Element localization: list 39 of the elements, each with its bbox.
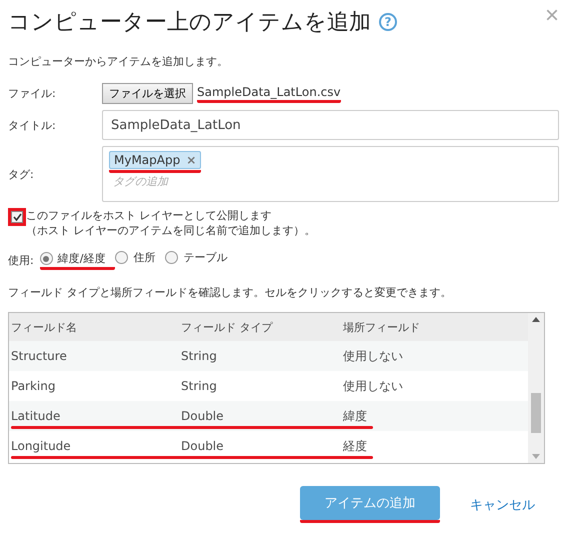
table-cell[interactable]: 使用しない: [343, 348, 528, 364]
table-cell[interactable]: String: [181, 379, 343, 393]
cancel-link[interactable]: キャンセル: [470, 496, 535, 514]
choose-file-button[interactable]: ファイルを選択: [102, 83, 193, 104]
table-cell[interactable]: 緯度: [343, 408, 528, 424]
table-cell[interactable]: Structure: [11, 349, 181, 363]
table-cell[interactable]: Double: [181, 409, 343, 423]
check-icon: [12, 213, 22, 221]
radio-option[interactable]: 緯度/経度: [40, 251, 106, 266]
title-input[interactable]: SampleData_LatLon: [102, 110, 559, 140]
scrollbar[interactable]: [528, 313, 544, 463]
field-label: ファイル:: [8, 86, 57, 101]
table-cell[interactable]: Double: [181, 439, 343, 453]
radio-option[interactable]: 住所: [115, 250, 156, 265]
use-label: 使用:: [8, 253, 34, 268]
column-header: 場所フィールド: [343, 320, 421, 334]
tag-chip[interactable]: MyMapApp ×: [109, 151, 202, 169]
hint-text: フィールド タイプと場所フィールドを確認します。セルをクリックすると変更できます。: [8, 285, 452, 300]
table-cell[interactable]: String: [181, 349, 343, 363]
field-label: タイトル:: [8, 118, 57, 132]
table-cell[interactable]: Latitude: [11, 409, 181, 423]
publish-checkbox[interactable]: [11, 211, 23, 223]
table-cell[interactable]: 経度: [343, 438, 528, 454]
radio-option[interactable]: テーブル: [165, 250, 228, 265]
column-header: フィールド タイプ: [181, 320, 274, 334]
scroll-up-icon[interactable]: [532, 317, 540, 322]
scroll-down-icon[interactable]: [532, 454, 540, 459]
publish-label: このファイルをホスト レイヤーとして公開します: [26, 208, 272, 223]
table-cell[interactable]: Longitude: [11, 439, 181, 453]
table-cell[interactable]: 使用しない: [343, 378, 528, 394]
publish-note: （ホスト レイヤーのアイテムを同じ名前で追加します）。: [26, 223, 316, 238]
scroll-thumb[interactable]: [531, 393, 541, 433]
file-name: SampleData_LatLon.csv: [197, 84, 341, 102]
column-header: フィールド名: [11, 320, 78, 334]
table-cell[interactable]: Parking: [11, 379, 181, 393]
tags-field[interactable]: MyMapApp × タグの追加: [102, 146, 559, 202]
dialog-description: コンピューターからアイテムを追加します。: [8, 54, 229, 69]
dialog-title: コンピューター上のアイテムを追加: [8, 9, 371, 37]
field-label: タグ:: [8, 166, 35, 182]
